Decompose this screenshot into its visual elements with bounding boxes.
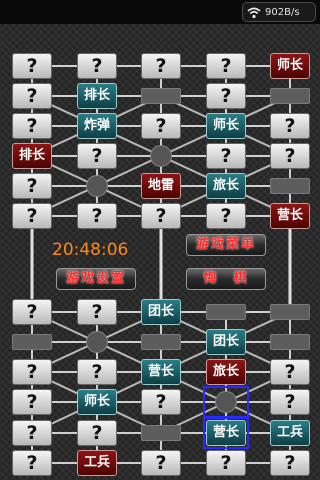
hidden-piece[interactable]: ? bbox=[270, 450, 310, 476]
selection-highlight bbox=[203, 386, 249, 418]
game-board: ???? 师长? 排长?? 炸弹? 师长? 排长???? 地雷 旅长???? 营长?? 团长 团长?… bbox=[0, 0, 320, 480]
piece-red[interactable]: 营长 bbox=[270, 203, 310, 229]
hidden-piece[interactable]: ? bbox=[141, 113, 181, 139]
hidden-piece[interactable]: ? bbox=[12, 299, 52, 325]
hidden-piece[interactable]: ? bbox=[270, 143, 310, 169]
hidden-piece[interactable]: ? bbox=[206, 203, 246, 229]
undo-move-button[interactable]: 悔 棋 bbox=[186, 268, 266, 290]
piece-teal[interactable]: 排长 bbox=[77, 83, 117, 109]
hidden-piece[interactable]: ? bbox=[141, 450, 181, 476]
hidden-piece[interactable]: ? bbox=[141, 203, 181, 229]
empty-station[interactable] bbox=[141, 425, 181, 441]
hidden-piece[interactable]: ? bbox=[206, 53, 246, 79]
hidden-piece[interactable]: ? bbox=[206, 450, 246, 476]
hidden-piece[interactable]: ? bbox=[77, 143, 117, 169]
piece-teal[interactable]: 旅长 bbox=[206, 173, 246, 199]
piece-teal[interactable]: 师长 bbox=[77, 389, 117, 415]
hidden-piece[interactable]: ? bbox=[12, 420, 52, 446]
hidden-piece[interactable]: ? bbox=[12, 53, 52, 79]
empty-station[interactable] bbox=[141, 88, 181, 104]
hidden-piece[interactable]: ? bbox=[77, 359, 117, 385]
piece-red[interactable]: 旅长 bbox=[206, 359, 246, 385]
hidden-piece[interactable]: ? bbox=[77, 53, 117, 79]
piece-teal[interactable]: 师长 bbox=[206, 113, 246, 139]
hidden-piece[interactable]: ? bbox=[270, 359, 310, 385]
piece-red[interactable]: 师长 bbox=[270, 53, 310, 79]
piece-red[interactable]: 地雷 bbox=[141, 173, 181, 199]
piece-teal[interactable]: 工兵 bbox=[270, 420, 310, 446]
empty-station[interactable] bbox=[12, 334, 52, 350]
piece-red[interactable]: 排长 bbox=[12, 143, 52, 169]
hidden-piece[interactable]: ? bbox=[12, 83, 52, 109]
hidden-piece[interactable]: ? bbox=[77, 203, 117, 229]
piece-teal[interactable]: 营长 bbox=[141, 359, 181, 385]
hidden-piece[interactable]: ? bbox=[141, 389, 181, 415]
hidden-piece[interactable]: ? bbox=[270, 113, 310, 139]
piece-teal[interactable]: 团长 bbox=[141, 299, 181, 325]
hidden-piece[interactable]: ? bbox=[141, 53, 181, 79]
hidden-piece[interactable]: ? bbox=[12, 173, 52, 199]
hidden-piece[interactable]: ? bbox=[206, 83, 246, 109]
empty-station[interactable] bbox=[270, 334, 310, 350]
empty-station[interactable] bbox=[270, 178, 310, 194]
empty-station[interactable] bbox=[270, 304, 310, 320]
hidden-piece[interactable]: ? bbox=[206, 143, 246, 169]
game-menu-button[interactable]: 游戏菜单 bbox=[186, 234, 266, 256]
game-settings-button[interactable]: 游戏设置 bbox=[56, 268, 136, 290]
piece-teal[interactable]: 炸弹 bbox=[77, 113, 117, 139]
empty-station[interactable] bbox=[206, 304, 246, 320]
hidden-piece[interactable]: ? bbox=[12, 203, 52, 229]
camp-circle[interactable] bbox=[86, 331, 108, 353]
hidden-piece[interactable]: ? bbox=[12, 389, 52, 415]
hidden-piece[interactable]: ? bbox=[12, 113, 52, 139]
game-timer: 20:48:06 bbox=[52, 240, 129, 260]
hidden-piece[interactable]: ? bbox=[12, 450, 52, 476]
hidden-piece[interactable]: ? bbox=[77, 420, 117, 446]
hidden-piece[interactable]: ? bbox=[77, 299, 117, 325]
selection-highlight bbox=[203, 417, 249, 449]
camp-circle[interactable] bbox=[150, 145, 172, 167]
camp-circle[interactable] bbox=[86, 175, 108, 197]
piece-teal[interactable]: 团长 bbox=[206, 329, 246, 355]
hidden-piece[interactable]: ? bbox=[12, 359, 52, 385]
empty-station[interactable] bbox=[270, 88, 310, 104]
empty-station[interactable] bbox=[141, 334, 181, 350]
hidden-piece[interactable]: ? bbox=[270, 389, 310, 415]
piece-red[interactable]: 工兵 bbox=[77, 450, 117, 476]
